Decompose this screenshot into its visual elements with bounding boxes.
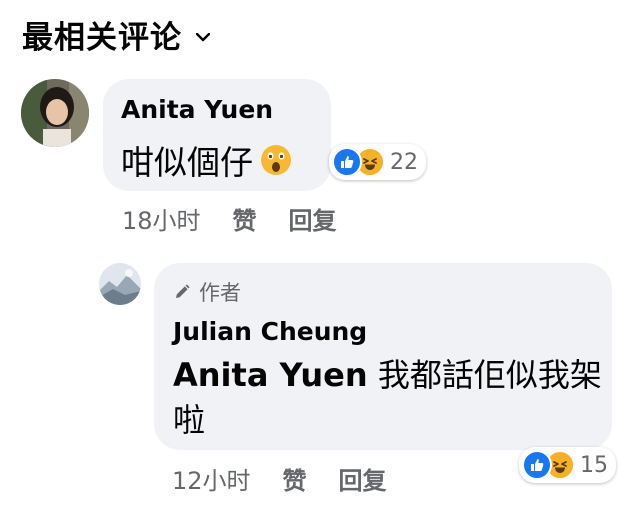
like-icon xyxy=(522,450,552,480)
reply-reactions-summary[interactable]: 15 xyxy=(519,447,616,483)
author-badge: 作者 xyxy=(173,277,241,307)
pencil-icon xyxy=(176,284,190,298)
astonished-face-emoji-icon xyxy=(261,145,291,175)
author-badge-label: 作者 xyxy=(199,281,241,305)
mention-link[interactable]: Anita Yuen xyxy=(173,356,368,394)
avatar-julian-cheung[interactable] xyxy=(99,263,141,305)
comment-author-name[interactable]: Anita Yuen xyxy=(121,95,273,124)
reply-button[interactable]: 回复 xyxy=(289,201,337,236)
comment-meta: 18小时 赞 回复 xyxy=(122,201,369,236)
reply-button[interactable]: 回复 xyxy=(339,461,387,496)
comment-text-content: 咁似個仔 xyxy=(121,143,253,182)
like-icon xyxy=(332,147,362,177)
comment-sort-dropdown[interactable]: 最相关评论 xyxy=(22,12,210,56)
comment-text: 咁似個仔 xyxy=(121,136,293,184)
reaction-count: 15 xyxy=(580,452,608,478)
chevron-down-icon xyxy=(196,32,210,41)
like-button[interactable]: 赞 xyxy=(233,201,257,236)
reaction-count: 22 xyxy=(390,149,418,175)
reply-meta: 12小时 赞 回复 xyxy=(172,461,419,496)
reply-timestamp[interactable]: 12小时 xyxy=(172,461,251,496)
avatar-anita-yuen[interactable] xyxy=(21,79,89,147)
reply-author-name[interactable]: Julian Cheung xyxy=(173,317,367,346)
sort-title: 最相关评论 xyxy=(22,19,182,56)
reactions-summary[interactable]: 22 xyxy=(329,144,426,180)
reply-text: Anita Yuen 我都話佢似我架啦 xyxy=(173,353,603,443)
comment-timestamp[interactable]: 18小时 xyxy=(122,201,201,236)
like-button[interactable]: 赞 xyxy=(283,461,307,496)
